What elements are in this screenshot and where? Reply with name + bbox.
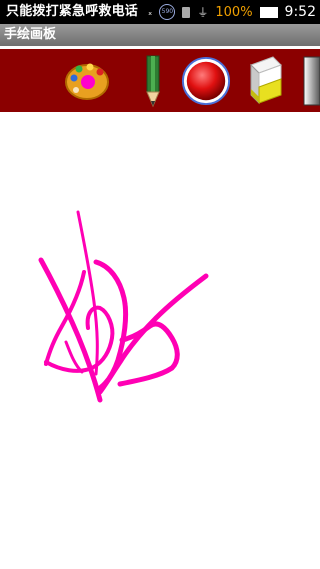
pencil-icon	[146, 55, 160, 108]
usb-icon: ⏚	[197, 6, 209, 19]
palette-icon	[65, 63, 109, 100]
eraser-icon	[250, 56, 282, 105]
clear-canvas-button[interactable]	[296, 53, 320, 109]
pink-drawing-strokes	[38, 210, 209, 403]
status-icons: ₓ 590 ⏚ 100% 9:52	[148, 0, 316, 24]
status-bar: 只能拨打紧急呼救电话 ₓ 590 ⏚ 100% 9:52	[0, 0, 320, 24]
app-title-bar: 手绘画板	[0, 24, 320, 46]
tool-bar	[0, 46, 320, 112]
drawing-canvas[interactable]	[0, 112, 320, 569]
battery-icon	[259, 6, 278, 18]
app-title: 手绘画板	[4, 27, 57, 42]
silent-mode-icon: ₓ	[147, 6, 153, 18]
sim-card-icon	[182, 6, 191, 18]
eraser-button[interactable]	[240, 53, 290, 109]
clear-canvas-icon	[303, 56, 320, 106]
brush-size-button[interactable]	[181, 53, 231, 109]
data-badge-icon: 590	[159, 4, 176, 20]
brush-size-circle-icon	[181, 56, 231, 106]
pencil-button[interactable]	[128, 53, 178, 109]
status-notification-text: 只能拨打紧急呼救电话	[6, 4, 139, 19]
status-clock: 9:52	[284, 4, 316, 20]
palette-button[interactable]	[62, 53, 112, 109]
battery-percent: 100%	[215, 4, 253, 20]
